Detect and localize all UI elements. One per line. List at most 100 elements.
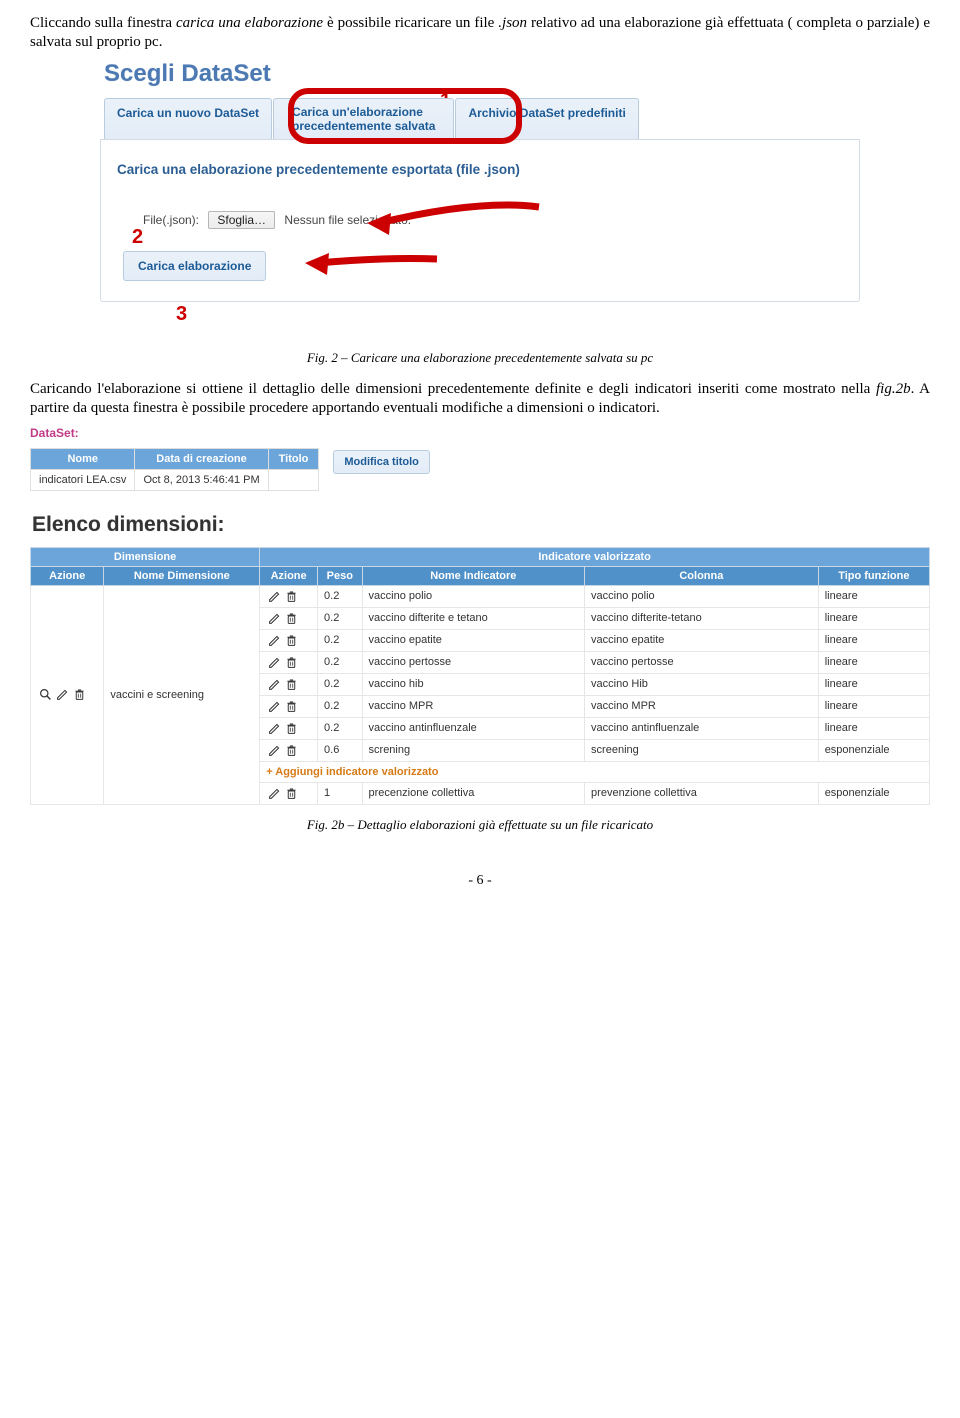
page-number: - 6 -	[30, 873, 930, 889]
no-file-text: Nessun file selezionato.	[284, 213, 411, 227]
browse-button[interactable]: Sfoglia…	[208, 211, 275, 229]
trash-icon[interactable]	[285, 787, 298, 800]
peso-cell: 1	[318, 782, 363, 804]
modify-title-button[interactable]: Modifica titolo	[333, 450, 430, 474]
trash-icon[interactable]	[285, 590, 298, 603]
load-elaboration-button[interactable]: Carica elaborazione	[123, 251, 266, 281]
mini-nome: indicatori LEA.csv	[31, 469, 135, 490]
peso-cell: 0.2	[318, 607, 363, 629]
trash-icon[interactable]	[285, 678, 298, 691]
panel-subtitle: Carica una elaborazione precedentemente …	[117, 162, 843, 177]
dataset-label: DataSet:	[30, 426, 930, 440]
nome-indicatore-cell: precenzione collettiva	[362, 782, 585, 804]
colonna-cell: vaccino antinfluenzale	[585, 717, 819, 739]
tipo-funzione-cell: esponenziale	[818, 739, 929, 761]
intro-paragraph: Cliccando sulla finestra carica una elab…	[30, 14, 930, 52]
action-cell	[260, 651, 318, 673]
figure-2b-caption: Fig. 2b – Dettaglio elaborazioni già eff…	[30, 817, 930, 833]
pencil-icon[interactable]	[268, 590, 281, 603]
dimensions-table: Dimensione Indicatore valorizzato Azione…	[30, 547, 930, 805]
intro-2: è possibile ricaricare un file	[323, 15, 498, 31]
search-icon[interactable]	[39, 688, 52, 701]
pencil-icon[interactable]	[268, 678, 281, 691]
dim-action-cell	[31, 585, 104, 804]
dataset-heading: Scegli DataSet	[104, 60, 860, 88]
peso-cell: 0.2	[318, 651, 363, 673]
file-input-row: File(.json): Sfoglia… Nessun file selezi…	[143, 211, 843, 229]
action-cell	[260, 585, 318, 607]
trash-icon[interactable]	[285, 722, 298, 735]
mini-titolo	[268, 469, 319, 490]
th-nd: Nome Dimensione	[104, 566, 260, 585]
intro-1: Cliccando sulla finestra	[30, 15, 176, 31]
annotation-arrow-2	[297, 245, 447, 285]
nome-indicatore-cell: screning	[362, 739, 585, 761]
mini-data: Oct 8, 2013 5:46:41 PM	[135, 469, 268, 490]
mid-paragraph: Caricando l'elaborazione si ottiene il d…	[30, 380, 930, 418]
tab-panel: Carica una elaborazione precedentemente …	[100, 139, 860, 302]
screenshot-dataset-detail: DataSet: Nome Data di creazione Titolo i…	[30, 426, 930, 805]
dimensions-heading: Elenco dimensioni:	[32, 513, 930, 537]
peso-cell: 0.2	[318, 695, 363, 717]
th-col: Colonna	[585, 566, 819, 585]
nome-indicatore-cell: vaccino polio	[362, 585, 585, 607]
figure-2-caption: Fig. 2 – Caricare una elaborazione prece…	[30, 350, 930, 366]
pencil-icon[interactable]	[268, 656, 281, 669]
pencil-icon[interactable]	[268, 634, 281, 647]
intro-italic-1: carica una elaborazione	[176, 15, 323, 31]
colonna-cell: vaccino Hib	[585, 673, 819, 695]
th-ni: Nome Indicatore	[362, 566, 585, 585]
action-cell	[260, 739, 318, 761]
peso-cell: 0.2	[318, 673, 363, 695]
tipo-funzione-cell: lineare	[818, 607, 929, 629]
pencil-icon[interactable]	[268, 612, 281, 625]
peso-cell: 0.2	[318, 717, 363, 739]
tab2-line1: Carica un'elaborazione	[292, 105, 435, 119]
dataset-info-table: Nome Data di creazione Titolo indicatori…	[30, 448, 319, 491]
annotation-2: 2	[132, 226, 143, 249]
tab-archive-predef[interactable]: Archivio DataSet predefiniti	[455, 98, 638, 140]
mini-th-titolo: Titolo	[268, 448, 319, 469]
tab-new-dataset[interactable]: Carica un nuovo DataSet	[104, 98, 272, 140]
th-dimensione: Dimensione	[31, 547, 260, 566]
tab-load-elaboration[interactable]: Carica un'elaborazione precedentemente s…	[273, 98, 454, 140]
th-tf: Tipo funzione	[818, 566, 929, 585]
pencil-icon[interactable]	[268, 722, 281, 735]
colonna-cell: vaccino epatite	[585, 629, 819, 651]
peso-cell: 0.6	[318, 739, 363, 761]
pencil-icon[interactable]	[268, 744, 281, 757]
action-cell	[260, 673, 318, 695]
dim-name-cell: vaccini e screening	[104, 585, 260, 804]
colonna-cell: vaccino polio	[585, 585, 819, 607]
pencil-icon[interactable]	[268, 787, 281, 800]
colonna-cell: vaccino difterite-tetano	[585, 607, 819, 629]
pencil-icon[interactable]	[56, 688, 69, 701]
trash-icon[interactable]	[285, 612, 298, 625]
pencil-icon[interactable]	[268, 700, 281, 713]
trash-icon[interactable]	[285, 634, 298, 647]
intro-italic-2: .json	[498, 15, 527, 31]
nome-indicatore-cell: vaccino hib	[362, 673, 585, 695]
trash-icon[interactable]	[73, 688, 86, 701]
peso-cell: 0.2	[318, 585, 363, 607]
trash-icon[interactable]	[285, 744, 298, 757]
th-az2: Azione	[260, 566, 318, 585]
tipo-funzione-cell: lineare	[818, 717, 929, 739]
th-peso: Peso	[318, 566, 363, 585]
trash-icon[interactable]	[285, 656, 298, 669]
mini-th-data: Data di creazione	[135, 448, 268, 469]
action-cell	[260, 782, 318, 804]
trash-icon[interactable]	[285, 700, 298, 713]
action-cell	[260, 607, 318, 629]
mini-th-nome: Nome	[31, 448, 135, 469]
mid-1: Caricando l'elaborazione si ottiene il d…	[30, 381, 876, 397]
tipo-funzione-cell: lineare	[818, 673, 929, 695]
th-az1: Azione	[31, 566, 104, 585]
add-indicator-text[interactable]: + Aggiungi indicatore valorizzato	[260, 761, 930, 782]
file-label: File(.json):	[143, 213, 199, 227]
th-indicatore: Indicatore valorizzato	[260, 547, 930, 566]
colonna-cell: vaccino MPR	[585, 695, 819, 717]
tipo-funzione-cell: lineare	[818, 585, 929, 607]
colonna-cell: vaccino pertosse	[585, 651, 819, 673]
mid-i1: fig.2b	[876, 381, 911, 397]
